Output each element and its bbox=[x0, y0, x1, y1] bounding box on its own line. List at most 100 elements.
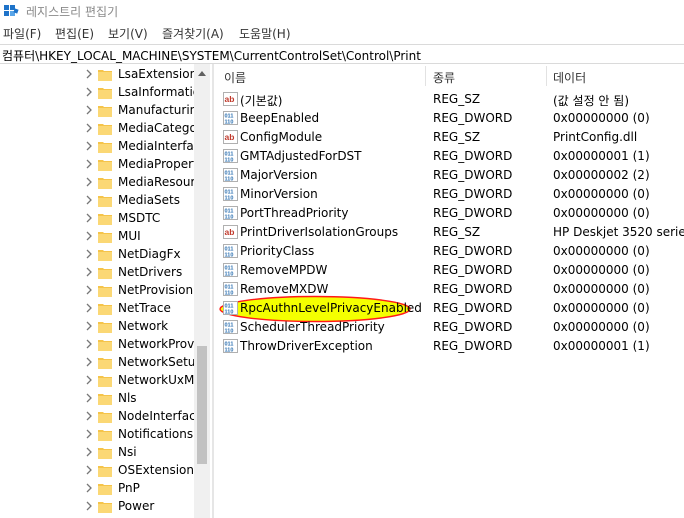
key-tree: LsaExtensionC LsaInformation Manufacturing… bbox=[0, 64, 210, 518]
column-divider[interactable] bbox=[425, 66, 426, 86]
chevron-right-icon[interactable] bbox=[84, 194, 94, 206]
chevron-right-icon[interactable] bbox=[84, 266, 94, 278]
menu-file[interactable]: 파일(F) bbox=[3, 25, 41, 42]
chevron-right-icon[interactable] bbox=[84, 248, 94, 260]
column-divider[interactable] bbox=[546, 66, 547, 86]
column-type[interactable]: 종류 bbox=[433, 69, 455, 86]
value-row[interactable]: 011 110 SchedulerThreadPriority REG_DWORD 0x… bbox=[216, 318, 684, 337]
menu-edit[interactable]: 편집(E) bbox=[55, 25, 94, 42]
scroll-thumb[interactable] bbox=[197, 346, 207, 464]
value-row[interactable]: 011 110 BeepEnabled REG_DWORD 0x00000000 (0) bbox=[216, 109, 684, 128]
value-row[interactable]: 011 110 PriorityClass REG_DWORD 0x00000000 (… bbox=[216, 242, 684, 261]
chevron-right-icon[interactable] bbox=[84, 68, 94, 80]
tree-item[interactable]: MediaResourc bbox=[0, 174, 196, 192]
tree-item[interactable]: NetProvision bbox=[0, 282, 196, 300]
menu-favorites[interactable]: 즐겨찾기(A) bbox=[162, 25, 224, 42]
pane-splitter[interactable] bbox=[212, 64, 214, 518]
tree-item[interactable]: NetworkProvid bbox=[0, 336, 196, 354]
chevron-right-icon[interactable] bbox=[84, 104, 94, 116]
chevron-right-icon[interactable] bbox=[84, 140, 94, 152]
value-row[interactable]: 011 110 GMTAdjustedForDST REG_DWORD 0x000000… bbox=[216, 147, 684, 166]
tree-item[interactable]: NetDiagFx bbox=[0, 246, 196, 264]
chevron-right-icon[interactable] bbox=[84, 212, 94, 224]
chevron-right-icon[interactable] bbox=[84, 284, 94, 296]
chevron-right-icon[interactable] bbox=[84, 230, 94, 242]
tree-item[interactable]: MediaSets bbox=[0, 192, 196, 210]
tree-item-label: Network bbox=[118, 319, 169, 333]
chevron-right-icon[interactable] bbox=[84, 428, 94, 440]
tree-item[interactable]: Network bbox=[0, 318, 196, 336]
chevron-right-icon[interactable] bbox=[84, 446, 94, 458]
menu-view[interactable]: 보기(V) bbox=[108, 25, 148, 42]
chevron-right-icon[interactable] bbox=[84, 500, 94, 512]
value-type: REG_DWORD bbox=[433, 168, 513, 182]
tree-item[interactable]: NodeInterface bbox=[0, 408, 196, 426]
tree-item[interactable]: OSExtensionD bbox=[0, 462, 196, 480]
tree-item[interactable]: Nsi bbox=[0, 444, 196, 462]
column-name[interactable]: 이름 bbox=[224, 69, 246, 86]
chevron-right-icon[interactable] bbox=[84, 320, 94, 332]
binary-value-icon: 011110 bbox=[223, 206, 238, 220]
tree-item[interactable]: MSDTC bbox=[0, 210, 196, 228]
tree-scrollbar[interactable] bbox=[194, 64, 210, 518]
value-name: ThrowDriverException bbox=[240, 339, 373, 353]
tree-item[interactable]: MUI bbox=[0, 228, 196, 246]
tree-item-label: LsaExtensionC bbox=[118, 67, 196, 81]
value-row[interactable]: 011 110 MinorVersion REG_DWORD 0x00000000 (0… bbox=[216, 185, 684, 204]
value-row[interactable]: ab (기본값) REG_SZ (값 설정 안 됨) bbox=[216, 90, 684, 109]
folder-icon bbox=[98, 124, 112, 135]
tree-item[interactable]: MediaCategor bbox=[0, 120, 196, 138]
tree-item-label: NetProvision bbox=[118, 283, 194, 297]
value-data: 0x00000001 (1) bbox=[553, 149, 650, 163]
value-row[interactable]: 011 110 PortThreadPriority REG_DWORD 0x00000… bbox=[216, 204, 684, 223]
chevron-right-icon[interactable] bbox=[84, 392, 94, 404]
chevron-right-icon[interactable] bbox=[84, 410, 94, 422]
tree-item[interactable]: Manufacturing bbox=[0, 102, 196, 120]
folder-icon bbox=[98, 466, 112, 477]
value-type: REG_DWORD bbox=[433, 244, 513, 258]
tree-item-label: NetDrivers bbox=[118, 265, 183, 279]
chevron-right-icon[interactable] bbox=[84, 464, 94, 476]
chevron-right-icon[interactable] bbox=[84, 122, 94, 134]
value-row[interactable]: ab PrintDriverIsolationGroups REG_SZ HP Des… bbox=[216, 223, 684, 242]
tree-item[interactable]: NetDrivers bbox=[0, 264, 196, 282]
chevron-right-icon[interactable] bbox=[84, 356, 94, 368]
tree-item[interactable]: Nls bbox=[0, 390, 196, 408]
tree-item[interactable]: NetTrace bbox=[0, 300, 196, 318]
scroll-up-arrow-icon[interactable] bbox=[198, 70, 206, 76]
tree-item[interactable]: NetworkUxMa bbox=[0, 372, 196, 390]
value-row[interactable]: ab ConfigModule REG_SZ PrintConfig.dll bbox=[216, 128, 684, 147]
svg-text:110: 110 bbox=[225, 195, 234, 201]
address-path[interactable]: 컴퓨터\HKEY_LOCAL_MACHINE\SYSTEM\CurrentCon… bbox=[2, 47, 421, 64]
column-data[interactable]: 데이터 bbox=[553, 69, 586, 86]
value-name: ConfigModule bbox=[240, 130, 323, 144]
value-row[interactable]: 011 110 MajorVersion REG_DWORD 0x00000002 (2… bbox=[216, 166, 684, 185]
value-row[interactable]: 011 110 ThrowDriverException REG_DWORD 0x000… bbox=[216, 337, 684, 356]
folder-icon bbox=[98, 142, 112, 153]
tree-item[interactable]: Notifications bbox=[0, 426, 196, 444]
chevron-right-icon[interactable] bbox=[84, 338, 94, 350]
chevron-right-icon[interactable] bbox=[84, 374, 94, 386]
value-name: GMTAdjustedForDST bbox=[240, 149, 362, 163]
menu-help[interactable]: 도움말(H) bbox=[239, 25, 291, 42]
chevron-right-icon[interactable] bbox=[84, 176, 94, 188]
tree-item-label: MediaResourc bbox=[118, 175, 196, 189]
tree-item[interactable]: MediaProperti bbox=[0, 156, 196, 174]
address-bar[interactable]: 컴퓨터\HKEY_LOCAL_MACHINE\SYSTEM\CurrentCon… bbox=[0, 44, 684, 64]
value-name: PriorityClass bbox=[240, 244, 315, 258]
tree-item[interactable]: MediaInterface bbox=[0, 138, 196, 156]
tree-item-label: NetDiagFx bbox=[118, 247, 181, 261]
tree-item[interactable]: NetworkSetup bbox=[0, 354, 196, 372]
tree-item[interactable]: PnP bbox=[0, 480, 196, 498]
value-data: 0x00000000 (0) bbox=[553, 301, 650, 315]
value-row[interactable]: 011 110 RpcAuthnLevelPrivacyEnabled REG_DWO… bbox=[216, 295, 684, 323]
chevron-right-icon[interactable] bbox=[84, 86, 94, 98]
tree-item[interactable]: LsaExtensionC bbox=[0, 66, 196, 84]
chevron-right-icon[interactable] bbox=[84, 482, 94, 494]
value-row[interactable]: 011 110 RemoveMPDW REG_DWORD 0x00000000 (0) bbox=[216, 261, 684, 280]
tree-item[interactable]: Power bbox=[0, 498, 196, 516]
chevron-right-icon[interactable] bbox=[84, 158, 94, 170]
chevron-right-icon[interactable] bbox=[84, 302, 94, 314]
tree-item[interactable]: LsaInformation bbox=[0, 84, 196, 102]
folder-icon bbox=[98, 196, 112, 207]
